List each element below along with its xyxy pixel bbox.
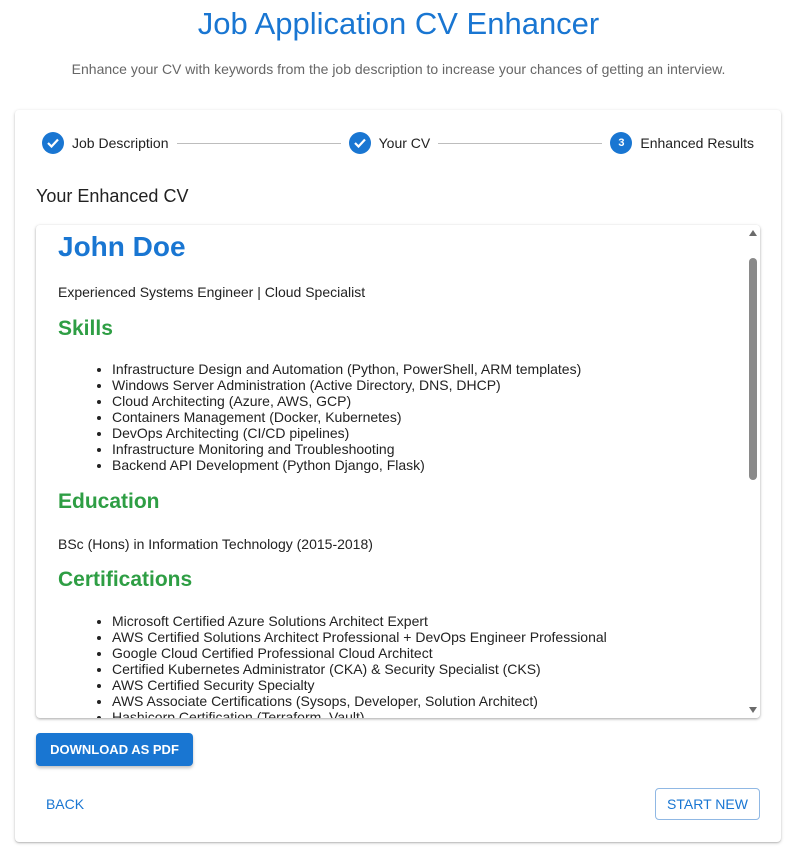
- cv-tagline: Experienced Systems Engineer | Cloud Spe…: [58, 284, 366, 300]
- check-icon: [348, 132, 371, 154]
- list-item: DevOps Architecting (CI/CD pipelines): [112, 425, 581, 441]
- list-item: Infrastructure Monitoring and Troublesho…: [112, 441, 581, 457]
- step-label: Job Description: [72, 135, 169, 151]
- list-item: Hashicorp Certification (Terraform, Vaul…: [112, 709, 607, 718]
- list-item: Cloud Architecting (Azure, AWS, GCP): [112, 393, 581, 409]
- list-item: AWS Certified Security Specialty: [112, 677, 607, 693]
- list-item: Microsoft Certified Azure Solutions Arch…: [112, 613, 607, 629]
- start-new-button[interactable]: START NEW: [655, 788, 760, 820]
- step-connector: [176, 142, 341, 144]
- education-entry: BSc (Hons) in Information Technology (20…: [58, 536, 373, 552]
- certifications-list: Microsoft Certified Azure Solutions Arch…: [58, 613, 607, 718]
- skills-list: Infrastructure Design and Automation (Py…: [58, 361, 581, 473]
- check-icon: [42, 132, 64, 154]
- education-heading: Education: [58, 490, 160, 513]
- download-pdf-button[interactable]: DOWNLOAD AS PDF: [36, 733, 193, 766]
- step-your-cv: Your CV: [348, 132, 431, 154]
- step-job-description: Job Description: [42, 132, 169, 154]
- scrollbar-thumb[interactable]: [749, 258, 757, 480]
- list-item: AWS Certified Solutions Architect Profes…: [112, 629, 607, 645]
- scrollbar[interactable]: [746, 225, 760, 718]
- back-button[interactable]: BACK: [36, 788, 94, 820]
- page-title: Job Application CV Enhancer: [197, 6, 600, 41]
- main-card: Job Description Your CV 3 Enhanced Resul…: [15, 110, 781, 842]
- stepper: Job Description Your CV 3 Enhanced Resul…: [42, 131, 754, 155]
- certifications-heading: Certifications: [58, 568, 193, 591]
- list-item: AWS Associate Certifications (Sysops, De…: [112, 693, 607, 709]
- page-subtitle: Enhance your CV with keywords from the j…: [71, 61, 726, 77]
- results-heading: Your Enhanced CV: [36, 186, 189, 206]
- list-item: Windows Server Administration (Active Di…: [112, 377, 581, 393]
- list-item: Infrastructure Design and Automation (Py…: [112, 361, 581, 377]
- cv-name: John Doe: [58, 231, 186, 262]
- list-item: Backend API Development (Python Django, …: [112, 457, 581, 473]
- scroll-up-arrow-icon[interactable]: [749, 230, 757, 236]
- step-label: Your CV: [378, 135, 431, 151]
- step-enhanced-results: 3 Enhanced Results: [610, 132, 754, 154]
- enhanced-cv-panel[interactable]: John Doe Experienced Systems Engineer | …: [36, 225, 760, 718]
- skills-heading: Skills: [58, 317, 113, 340]
- list-item: Certified Kubernetes Administrator (CKA)…: [112, 661, 607, 677]
- step-label: Enhanced Results: [640, 135, 755, 151]
- step-number: 3: [610, 132, 633, 154]
- list-item: Google Cloud Certified Professional Clou…: [112, 645, 607, 661]
- scroll-down-arrow-icon[interactable]: [749, 707, 757, 713]
- list-item: Containers Management (Docker, Kubernete…: [112, 409, 581, 425]
- step-connector: [438, 142, 603, 144]
